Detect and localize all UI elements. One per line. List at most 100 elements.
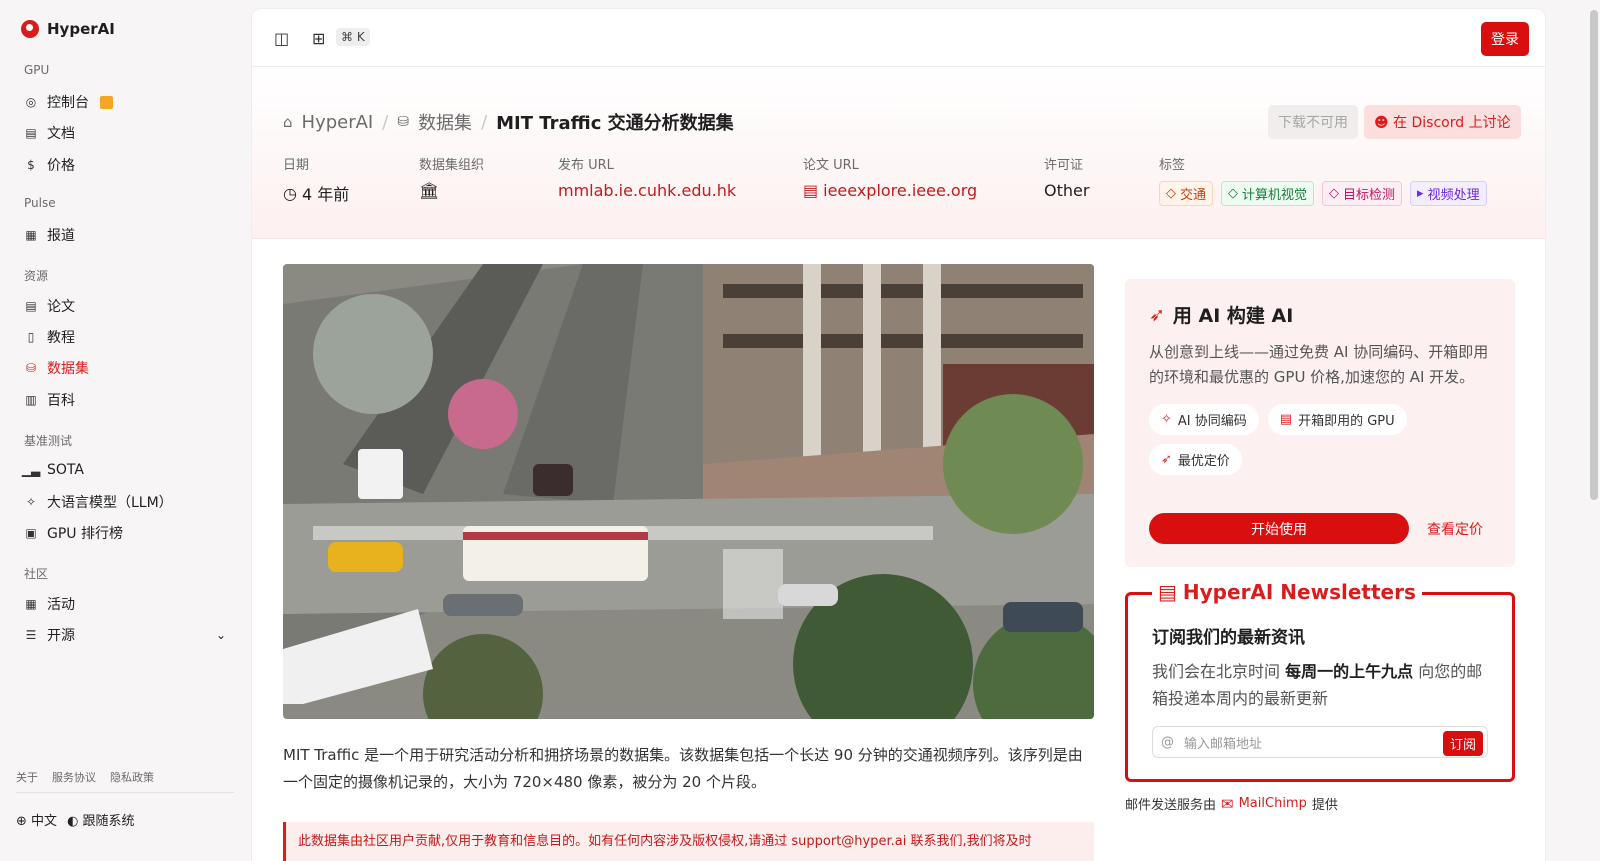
meta-date: 日期 ◷ 4 年前 [283,154,349,205]
brand-name: HyperAI [47,20,115,38]
download-button[interactable]: 下载不可用 [1268,105,1358,139]
section-title-community: 社区 [24,567,49,581]
page-title: MIT Traffic 交通分析数据集 [496,113,734,134]
release-url-link[interactable]: mmlab.ie.cuhk.edu.hk [558,181,736,200]
gift-icon [100,95,113,109]
divider [16,792,234,793]
newsletter-card: ▤ HyperAI Newsletters 订阅我们的最新资讯 我们会在北京时间… [1125,580,1515,782]
about-link[interactable]: 关于 [16,769,38,785]
promo-text: 从创意到上线——通过免费 AI 协同编码、开箱即用的环境和最优惠的 GPU 价格… [1149,343,1489,386]
scrollbar[interactable] [1590,10,1598,500]
view-pricing-link[interactable]: 查看定价 [1427,519,1483,539]
mailer-post: 提供 [1311,798,1338,813]
copyright-notice: 此数据集由社区用户贡献,仅用于教育和信息目的。如有任何内容涉及版权侵权,请通过 … [283,822,1094,861]
at-icon: @ [1161,734,1174,750]
sidebar-item-llm[interactable]: ✧ 大语言模型（LLM） [24,491,234,513]
meta-label: 数据集组织 [419,158,485,173]
sidebar-item-label: 大语言模型（LLM） [47,495,173,511]
tag-chip[interactable]: ◇ 计算机视觉 [1221,181,1315,206]
sidebar-item-docs[interactable]: ▤ 文档 [24,122,234,144]
tag-icon: ◇ [1166,186,1176,201]
chart-icon: ▁▃ [21,463,41,477]
sidebar-item-label: GPU 排行榜 [47,526,123,542]
feature-chip: ➶ 最优定价 [1149,444,1242,475]
sidebar-item-wiki[interactable]: ▥ 百科 [24,389,234,411]
building-icon: 🏛 [419,181,440,200]
sidebar-item-papers[interactable]: ▤ 论文 [24,295,234,317]
sidebar-item-events[interactable]: ▦ 活动 [24,593,234,615]
discord-icon: ☻ [1374,115,1389,131]
privacy-link[interactable]: 隐私政策 [110,769,154,785]
chevron-down-icon: ⌄ [215,628,226,642]
mailer-credit: 邮件发送服务由 ✉ MailChimp 提供 [1125,794,1338,814]
dataset-cover-image [283,264,1094,719]
sidebar-item-tutorials[interactable]: ▯ 教程 [24,326,234,348]
wiki-icon: ▥ [25,393,37,407]
section-title-benchmarks: 基准测试 [24,434,73,448]
subscribe-button[interactable]: 订阅 [1442,731,1483,756]
email-field[interactable]: @ 输入邮箱地址 订阅 [1152,726,1488,758]
promo-title: ➶ 用 AI 构建 AI [1149,301,1491,328]
gauge-icon: ◎ [25,95,37,109]
theme-switch[interactable]: ◐ 跟随系统 [67,810,135,829]
feature-chips: ✧ AI 协同编码 ▤ 开箱即用的 GPU ➶ 最优定价 [1149,404,1469,475]
book-icon: ▯ [27,330,35,344]
discord-button[interactable]: ☻ 在 Discord 上讨论 [1364,105,1521,139]
command-shortcut[interactable]: ⌘ K [336,28,370,46]
tag-icon: ◇ [1329,186,1340,201]
get-started-button[interactable]: 开始使用 [1149,513,1409,544]
topbar: ◫ ⊞ ⌘ K 登录 [252,9,1545,67]
tag-chip[interactable]: ◇ 目标检测 [1322,181,1403,206]
hyperai-logo-icon [21,20,39,38]
sidebar-item-pricing[interactable]: $ 价格 [24,154,234,176]
breadcrumb-datasets[interactable]: 数据集 [418,109,472,135]
sidebar-item-console[interactable]: ◎ 控制台 [24,91,234,113]
paper-url-link[interactable]: ieeexplore.ieee.org [823,181,977,200]
sidebar-item-label: 教程 [47,330,75,346]
sidebar-item-datasets[interactable]: ⛁ 数据集 [24,357,234,379]
tag-chip[interactable]: ▸ 视频处理 [1410,181,1487,206]
brand-logo-link[interactable]: HyperAI [21,20,115,38]
meta-label: 日期 [283,158,310,173]
traffic-scene-illustration [283,264,1094,719]
chip-label: 开箱即用的 GPU [1298,414,1395,429]
rocket-icon: ➶ [1149,303,1165,326]
chip-icon: ▣ [25,526,37,540]
newsletter-text-bold: 每周一的上午九点 [1285,662,1414,681]
meta-label: 标签 [1159,158,1186,173]
newsletter-title: HyperAI Newsletters [1182,580,1416,604]
meta-paper-url: 论文 URL ▤ ieeexplore.ieee.org [803,154,977,200]
breadcrumb-separator: / [481,111,488,133]
mail-icon: ✉ [1221,794,1234,813]
tag-list: ◇ 交通 ◇ 计算机视觉 ◇ 目标检测 ▸ 视频处理 [1159,181,1487,206]
tag-label: 计算机视觉 [1242,188,1308,203]
sidebar-item-gpu-leaderboard[interactable]: ▣ GPU 排行榜 [24,522,234,544]
sidebar-item-opensource[interactable]: ☰ 开源 ⌄ [24,624,234,646]
theme-icon: ◐ [67,814,79,829]
sidebar-item-label: 控制台 [47,95,89,111]
mailchimp-link[interactable]: MailChimp [1239,796,1307,811]
dollar-icon: $ [27,158,35,172]
dataset-header: ⌂ HyperAI / ⛁ 数据集 / MIT Traffic 交通分析数据集 … [252,67,1545,239]
sidebar-item-news[interactable]: ▦ 报道 [24,224,234,246]
server-icon: ▤ [1279,412,1293,427]
apps-grid-icon[interactable]: ⊞ [312,29,325,48]
login-button[interactable]: 登录 [1481,22,1529,56]
discord-label: 在 Discord 上讨论 [1393,115,1511,131]
breadcrumb-home[interactable]: HyperAI [302,112,374,133]
sidebar-toggle-icon[interactable]: ◫ [274,29,289,48]
theme-label: 跟随系统 [82,814,135,829]
tag-label: 交通 [1180,188,1207,203]
sidebar-item-label: 活动 [47,597,75,613]
globe-icon: ⊕ [16,814,27,829]
news-icon: ▦ [25,228,37,242]
email-placeholder: 输入邮箱地址 [1184,736,1263,752]
language-switch[interactable]: ⊕ 中文 [16,810,57,829]
meta-organization: 数据集组织 🏛 [419,154,484,200]
terms-link[interactable]: 服务协议 [52,769,96,785]
sidebar-item-sota[interactable]: ▁▃ SOTA [21,459,234,481]
opensource-icon: ☰ [25,628,37,642]
language-label: 中文 [31,814,58,829]
rocket-icon: ➶ [1161,452,1172,467]
tag-chip[interactable]: ◇ 交通 [1159,181,1214,206]
